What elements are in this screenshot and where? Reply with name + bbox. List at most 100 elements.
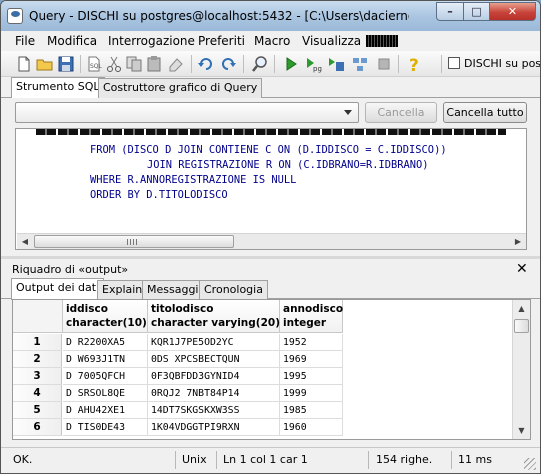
close-button[interactable]: ✕ bbox=[489, 2, 536, 21]
scrollbar-thumb[interactable] bbox=[514, 319, 529, 333]
cell-titolodisco[interactable]: 0F3QBFDD3GYNID4 bbox=[148, 368, 280, 385]
execute-to-file-icon[interactable] bbox=[327, 55, 345, 73]
cut-icon[interactable] bbox=[105, 55, 123, 73]
maximize-button[interactable]: □ bbox=[463, 2, 490, 21]
cell-titolodisco[interactable]: 0RQJ2 7NBT84P14 bbox=[148, 385, 280, 402]
cell-titolodisco[interactable]: KQR1J7PE5OD2YC bbox=[148, 334, 280, 351]
status-separator bbox=[216, 451, 217, 469]
column-header-annodisco[interactable]: annodisco integer bbox=[280, 300, 343, 333]
open-folder-icon[interactable] bbox=[36, 55, 54, 73]
column-header-iddisco[interactable]: iddisco character(10) bbox=[63, 300, 148, 333]
row-header[interactable]: 1 bbox=[13, 334, 62, 351]
cell-titolodisco[interactable]: 0DS XPCSBECTQUN bbox=[148, 351, 280, 368]
scrollbar-thumb[interactable] bbox=[34, 235, 234, 248]
sql-line: WHERE R.ANNOREGISTRAZIONE IS NULL bbox=[90, 174, 297, 186]
grid-corner[interactable] bbox=[13, 300, 63, 333]
cell-annodisco[interactable]: 1960 bbox=[280, 419, 343, 436]
row-header[interactable]: 3 bbox=[13, 368, 62, 385]
pane-splitter[interactable] bbox=[1, 256, 540, 259]
sql-line: ORDER BY D.TITOLODISCO bbox=[90, 189, 228, 201]
cell-titolodisco[interactable]: 14DT7SKGSKXW3SS bbox=[148, 402, 280, 419]
tab-data-output[interactable]: Output dei dati bbox=[11, 278, 105, 300]
database-checkbox[interactable] bbox=[448, 57, 460, 69]
grid-vertical-scrollbar[interactable]: ▲ ▼ bbox=[512, 300, 530, 439]
sql-icon[interactable]: SQL bbox=[85, 55, 103, 73]
menu-macro[interactable]: Macro bbox=[254, 34, 290, 48]
status-row-count: 154 righe. bbox=[376, 453, 433, 466]
sql-line: FROM (DISCO D JOIN CONTIENE C ON (D.IDDI… bbox=[90, 144, 447, 156]
find-icon[interactable] bbox=[251, 55, 269, 73]
cell-annodisco[interactable]: 1985 bbox=[280, 402, 343, 419]
row-header[interactable]: 5 bbox=[13, 402, 62, 419]
cell-annodisco[interactable]: 1995 bbox=[280, 368, 343, 385]
column-name: titolodisco bbox=[151, 303, 214, 315]
redacted-menu-item bbox=[366, 35, 398, 47]
row-header[interactable]: 6 bbox=[13, 419, 62, 436]
cell-annodisco[interactable]: 1999 bbox=[280, 385, 343, 402]
paste-icon[interactable] bbox=[145, 55, 163, 73]
sql-editor[interactable]: FROM (DISCO D JOIN CONTIENE C ON (D.IDDI… bbox=[15, 128, 527, 250]
scroll-right-icon[interactable]: ▶ bbox=[510, 234, 526, 249]
menu-visualizza[interactable]: Visualizza bbox=[302, 34, 361, 48]
help-icon[interactable]: ? bbox=[405, 55, 423, 73]
scroll-left-icon[interactable]: ◀ bbox=[17, 234, 33, 249]
explain-icon[interactable]: pg bbox=[304, 55, 322, 73]
toolbar-separator bbox=[441, 55, 442, 73]
query-history-select[interactable] bbox=[15, 102, 359, 123]
copy-icon[interactable] bbox=[125, 55, 143, 73]
scroll-up-icon[interactable]: ▲ bbox=[513, 301, 530, 316]
cell-iddisco[interactable]: D W693J1TN bbox=[63, 351, 148, 368]
cell-iddisco[interactable]: D R2200XA5 bbox=[63, 334, 148, 351]
toolbar-separator bbox=[80, 55, 81, 73]
cell-iddisco[interactable]: D AHU42XE1 bbox=[63, 402, 148, 419]
undo-icon[interactable] bbox=[197, 55, 215, 73]
column-header-titolodisco[interactable]: titolodisco character varying(20) bbox=[148, 300, 280, 333]
tab-messages[interactable]: Messaggi bbox=[142, 280, 204, 299]
menu-file[interactable]: File bbox=[15, 34, 35, 48]
svg-text:SQL: SQL bbox=[90, 63, 103, 70]
new-file-icon[interactable] bbox=[15, 55, 33, 73]
menu-preferiti[interactable]: Preferiti bbox=[198, 34, 245, 48]
toolbar: SQL pg ? DISCHI su postg bbox=[1, 51, 540, 77]
cancel-button[interactable]: Cancella bbox=[365, 102, 437, 123]
row-header[interactable]: 4 bbox=[13, 385, 62, 402]
cancel-all-button[interactable]: Cancella tutto bbox=[443, 102, 527, 123]
status-exec-time: 11 ms bbox=[458, 453, 492, 466]
status-separator bbox=[368, 451, 369, 469]
status-separator bbox=[451, 451, 452, 469]
scroll-down-icon[interactable]: ▼ bbox=[513, 423, 530, 438]
menu-bar: File Modifica Interrogazione Preferiti M… bbox=[1, 31, 540, 51]
execute-icon[interactable] bbox=[282, 55, 300, 73]
tab-sql-tool[interactable]: Strumento SQL bbox=[11, 77, 105, 99]
resize-grip-icon[interactable] bbox=[524, 458, 536, 470]
minimize-button[interactable]: – bbox=[436, 2, 464, 21]
query-window: Query - DISCHI su postgres@localhost:543… bbox=[0, 0, 541, 474]
chevron-down-icon bbox=[344, 110, 352, 115]
close-pane-icon[interactable]: ✕ bbox=[516, 261, 528, 277]
cell-iddisco[interactable]: D 7005QFCH bbox=[63, 368, 148, 385]
database-label: DISCHI su postg bbox=[464, 57, 541, 70]
row-header[interactable]: 2 bbox=[13, 351, 62, 368]
menu-interrogazione[interactable]: Interrogazione bbox=[108, 34, 195, 48]
tab-explain[interactable]: Explain bbox=[97, 280, 148, 299]
cell-iddisco[interactable]: D TIS0DE43 bbox=[63, 419, 148, 436]
menu-modifica[interactable]: Modifica bbox=[47, 34, 97, 48]
cell-annodisco[interactable]: 1952 bbox=[280, 334, 343, 351]
toolbar-separator bbox=[274, 55, 275, 73]
cell-titolodisco[interactable]: 1K04VDGGTPI9RXN bbox=[148, 419, 280, 436]
cell-annodisco[interactable]: 1969 bbox=[280, 351, 343, 368]
stop-icon[interactable] bbox=[375, 55, 393, 73]
editor-horizontal-scrollbar[interactable]: ◀ ▶ bbox=[17, 233, 526, 249]
output-pane-title: Riquadro di «output» bbox=[12, 263, 129, 276]
status-separator bbox=[175, 451, 176, 469]
title-bar: Query - DISCHI su postgres@localhost:543… bbox=[1, 1, 540, 31]
app-elephant-icon bbox=[7, 8, 23, 24]
clear-icon[interactable] bbox=[167, 55, 185, 73]
redo-icon[interactable] bbox=[219, 55, 237, 73]
cell-iddisco[interactable]: D SRSOL8QE bbox=[63, 385, 148, 402]
redacted-sql-line bbox=[36, 129, 506, 135]
save-icon[interactable] bbox=[57, 55, 75, 73]
explain-options-icon[interactable] bbox=[351, 55, 369, 73]
tab-history[interactable]: Cronologia bbox=[199, 280, 268, 299]
tab-query-builder[interactable]: Costruttore grafico di Query bbox=[98, 78, 263, 98]
